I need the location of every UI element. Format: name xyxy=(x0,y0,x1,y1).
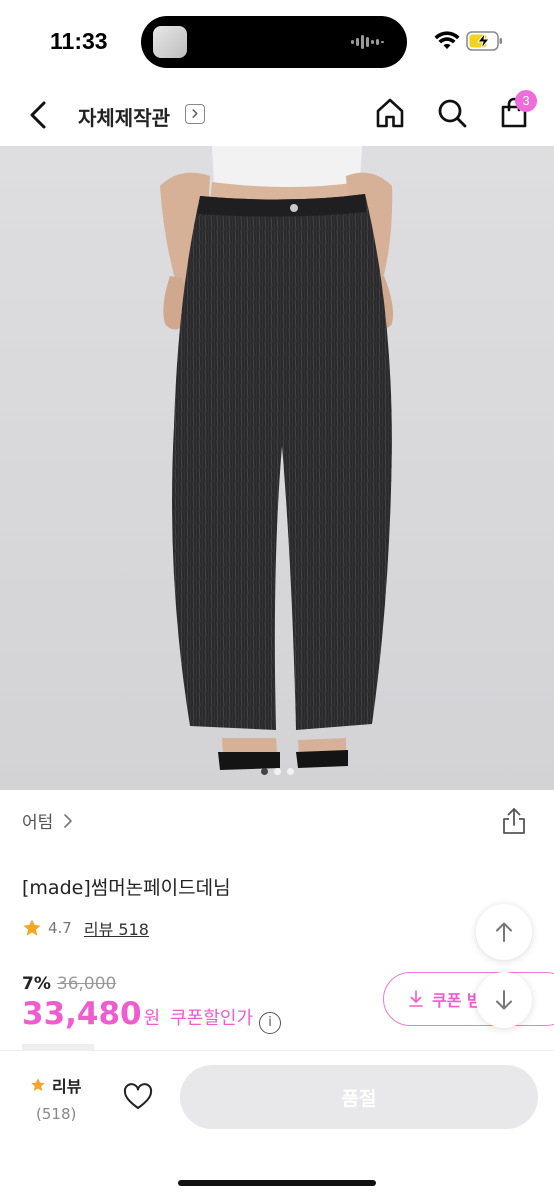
scroll-to-bottom-button[interactable] xyxy=(476,972,532,1028)
heart-icon xyxy=(123,1083,153,1109)
cart-count-badge: 3 xyxy=(515,90,537,112)
arrow-down-icon xyxy=(496,990,512,1010)
share-icon[interactable] xyxy=(500,806,528,836)
discount-rate: 7% xyxy=(22,974,51,994)
product-image[interactable] xyxy=(0,146,554,790)
review-link[interactable]: 리뷰 518 xyxy=(84,916,149,940)
brand-link[interactable]: 어텀 xyxy=(22,808,73,833)
home-indicator xyxy=(178,1180,376,1186)
product-name: [made]썸머논페이드데님 xyxy=(22,877,231,899)
page-title[interactable]: 자체제작관 xyxy=(78,102,170,131)
price-main-row: 33,480 원 쿠폰할인가 i xyxy=(22,996,282,1034)
carousel-dots xyxy=(0,768,554,778)
info-icon[interactable]: i xyxy=(259,1012,282,1034)
carousel-dot[interactable] xyxy=(286,768,294,775)
scroll-to-top-button[interactable] xyxy=(476,904,532,960)
status-bar: 11:33 xyxy=(0,0,554,84)
star-icon xyxy=(23,919,41,936)
soldout-button[interactable]: 품절 xyxy=(180,1065,538,1129)
star-icon xyxy=(31,1078,45,1091)
brand-name: 어텀 xyxy=(22,813,54,833)
price-original-row: 7% 36,000 xyxy=(22,974,116,994)
back-icon[interactable] xyxy=(22,96,56,134)
carousel-dot[interactable] xyxy=(273,768,281,775)
bottom-action-bar: 리뷰 (518) 품절 xyxy=(0,1050,554,1200)
download-icon xyxy=(409,990,423,1007)
search-icon[interactable] xyxy=(436,96,468,130)
app-header: 자체제작관 xyxy=(0,84,554,146)
arrow-up-icon xyxy=(496,922,512,942)
review-summary-count: (518) xyxy=(36,1105,77,1123)
rating-row: 4.7 리뷰 518 xyxy=(22,916,149,940)
product-photo xyxy=(0,146,554,790)
battery-charging-icon xyxy=(466,31,502,51)
sale-price: 33,480 xyxy=(22,996,142,1032)
now-playing-thumbnail xyxy=(153,26,187,58)
wifi-icon xyxy=(434,31,460,49)
original-price: 36,000 xyxy=(56,974,117,994)
status-time: 11:33 xyxy=(50,28,108,54)
home-icon[interactable] xyxy=(374,96,406,130)
review-summary[interactable]: 리뷰 (518) xyxy=(30,1073,81,1123)
rating-value: 4.7 xyxy=(48,919,72,937)
coupon-button-label: 쿠폰 받 xyxy=(432,991,482,1010)
wishlist-button[interactable] xyxy=(120,1079,156,1115)
currency-label: 원 xyxy=(143,1008,161,1029)
review-summary-label: 리뷰 xyxy=(52,1077,82,1096)
chevron-right-icon xyxy=(64,813,73,828)
carousel-dot-active[interactable] xyxy=(260,768,268,775)
chevron-right-icon[interactable] xyxy=(185,104,205,124)
dynamic-island xyxy=(141,16,407,68)
coupon-price-label: 쿠폰할인가 xyxy=(170,1008,254,1029)
audio-wave-icon xyxy=(351,35,384,49)
